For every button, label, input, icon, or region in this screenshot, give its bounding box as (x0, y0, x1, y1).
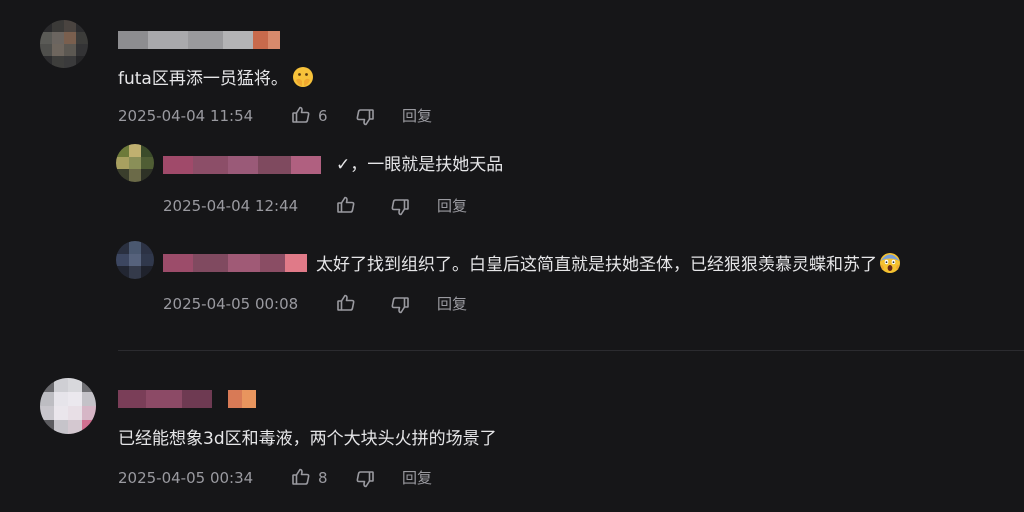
reply-button[interactable]: 回复 (402, 106, 432, 126)
avatar[interactable] (116, 144, 154, 182)
like-icon[interactable] (291, 467, 311, 487)
dislike-icon[interactable] (355, 107, 375, 127)
like-icon[interactable] (336, 293, 356, 313)
avatar[interactable] (116, 241, 154, 279)
avatar[interactable] (40, 378, 96, 434)
avatar[interactable] (40, 20, 88, 68)
like-count: 8 (318, 469, 328, 487)
comment-text: futa区再添一员猛将。 (118, 66, 314, 90)
reply-button[interactable]: 回复 (402, 468, 432, 488)
divider (118, 350, 1024, 351)
comment-thread: futa区再添一员猛将。 2025-04-04 11:54 6 回复 ✓，一眼就… (0, 0, 1024, 512)
comment-text: ✓，一眼就是扶她天品 (336, 155, 504, 175)
reply-button[interactable]: 回复 (437, 196, 467, 216)
comment-text: 已经能想象3d区和毒液，两个大块头火拼的场景了 (118, 429, 497, 449)
timestamp: 2025-04-05 00:34 (118, 469, 254, 487)
timestamp: 2025-04-04 11:54 (118, 107, 254, 125)
timestamp: 2025-04-04 12:44 (163, 197, 299, 215)
dislike-icon[interactable] (390, 197, 410, 217)
like-icon[interactable] (336, 195, 356, 215)
like-count: 6 (318, 107, 328, 125)
timestamp: 2025-04-05 00:08 (163, 295, 299, 313)
dislike-icon[interactable] (390, 295, 410, 315)
emoji-screaming-face-icon (879, 252, 901, 274)
dislike-icon[interactable] (355, 469, 375, 489)
comment-text: 太好了找到组织了。白皇后这简直就是扶她圣体，已经狠狠羡慕灵蝶和苏了 (316, 252, 901, 276)
reply-button[interactable]: 回复 (437, 294, 467, 314)
username-blurred[interactable] (118, 31, 280, 49)
username-blurred[interactable] (163, 156, 321, 174)
like-icon[interactable] (291, 105, 311, 125)
emoji-hands-over-mouth-icon (292, 66, 314, 88)
username-blurred[interactable] (163, 254, 307, 272)
username-blurred[interactable] (118, 390, 262, 408)
